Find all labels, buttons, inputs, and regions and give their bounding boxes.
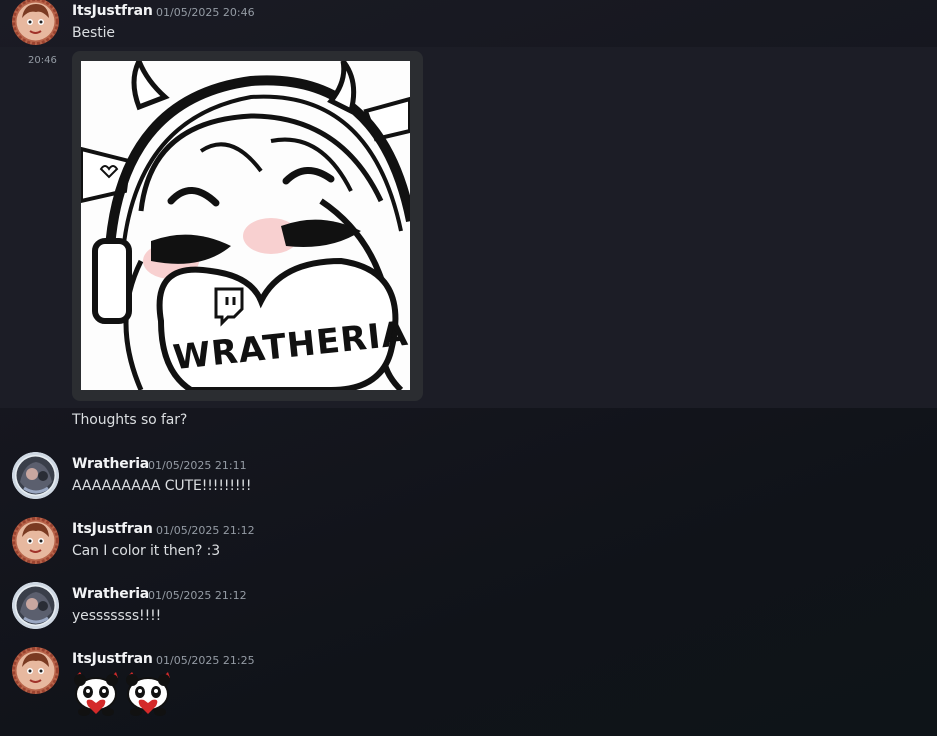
avatar-wratheria-icon xyxy=(12,582,59,629)
avatar[interactable] xyxy=(12,517,59,564)
wratheria-artwork-icon: WRATHERIA xyxy=(81,61,410,390)
avatar-itsjustfran-icon xyxy=(12,647,59,694)
avatar[interactable] xyxy=(12,0,59,45)
panda-heart-icon xyxy=(126,672,170,716)
username[interactable]: ItsJustfran xyxy=(72,651,153,667)
username[interactable]: ItsJustfran xyxy=(72,3,153,19)
message-text: AAAAAAAAA CUTE!!!!!!!!! xyxy=(72,478,252,494)
panda-heart-emoji[interactable] xyxy=(124,672,172,718)
avatar[interactable] xyxy=(12,452,59,499)
timestamp: 01/05/2025 21:25 xyxy=(156,654,255,667)
avatar[interactable] xyxy=(12,582,59,629)
panda-heart-emoji[interactable] xyxy=(72,672,120,718)
message-text: Thoughts so far? xyxy=(72,412,188,428)
avatar-itsjustfran-icon xyxy=(12,0,59,45)
username[interactable]: Wratheria xyxy=(72,586,149,602)
message-text: Bestie xyxy=(72,25,115,41)
avatar[interactable] xyxy=(12,647,59,694)
timestamp: 01/05/2025 21:12 xyxy=(156,524,255,537)
image-attachment[interactable]: WRATHERIA xyxy=(72,51,423,401)
username[interactable]: Wratheria xyxy=(72,456,149,472)
timestamp: 01/05/2025 21:11 xyxy=(148,459,247,472)
hover-timestamp: 20:46 xyxy=(28,55,57,66)
timestamp: 01/05/2025 21:12 xyxy=(148,589,247,602)
username[interactable]: ItsJustfran xyxy=(72,521,153,537)
panda-heart-icon xyxy=(74,672,118,716)
message-text: yesssssss!!!! xyxy=(72,608,162,624)
timestamp: 01/05/2025 20:46 xyxy=(156,6,255,19)
avatar-itsjustfran-icon xyxy=(12,517,59,564)
message-text: Can I color it then? :3 xyxy=(72,543,221,559)
avatar-wratheria-icon xyxy=(12,452,59,499)
artwork-image[interactable]: WRATHERIA xyxy=(81,61,410,390)
